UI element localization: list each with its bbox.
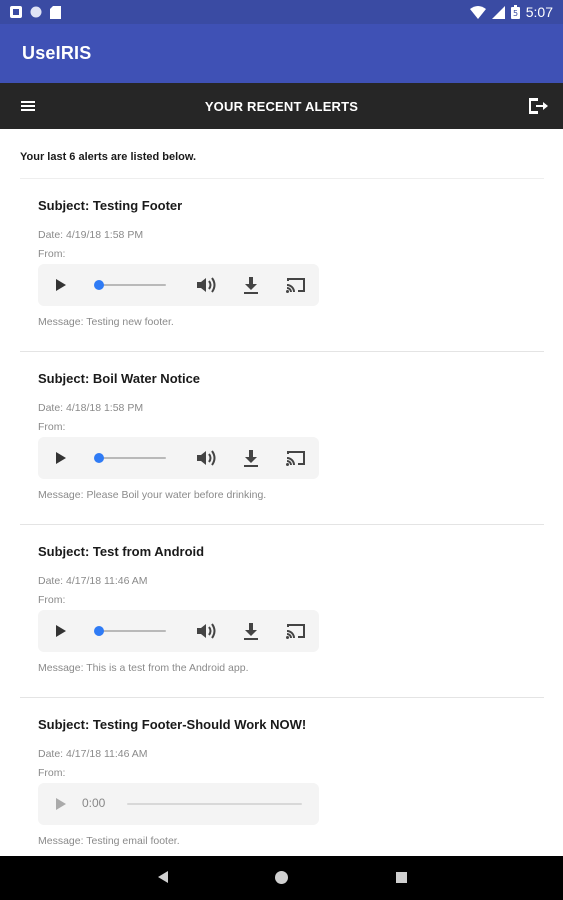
progress-knob[interactable] — [94, 280, 104, 290]
play-button[interactable] — [56, 798, 66, 810]
progress-track[interactable] — [96, 630, 166, 632]
alert-from: From: — [38, 421, 66, 433]
hamburger-menu-icon[interactable] — [20, 98, 36, 114]
download-icon[interactable] — [243, 276, 259, 294]
svg-text:5: 5 — [513, 9, 518, 18]
app-title: UseIRIS — [22, 43, 92, 63]
alert-date: Date: 4/18/18 1:58 PM — [38, 402, 144, 414]
status-bar: 5 5:07 — [0, 0, 563, 24]
audio-player — [38, 264, 319, 306]
alert-card: Subject: Test from Android Date: 4/17/18… — [20, 544, 544, 698]
alert-from: From: — [38, 594, 66, 606]
alert-card: Subject: Testing Footer Date: 4/19/18 1:… — [20, 198, 544, 352]
circle-icon — [30, 6, 42, 18]
divider — [20, 351, 544, 352]
divider — [20, 697, 544, 698]
alert-message: Message: This is a test from the Android… — [38, 662, 249, 674]
alert-from: From: — [38, 767, 66, 779]
alert-from: From: — [38, 248, 66, 260]
alert-message: Message: Please Boil your water before d… — [38, 489, 267, 501]
notification-icon — [10, 6, 22, 18]
progress-knob[interactable] — [94, 626, 104, 636]
section-title: YOUR RECENT ALERTS — [204, 98, 359, 114]
volume-icon[interactable] — [196, 622, 218, 640]
signal-icon — [491, 5, 505, 19]
alert-message: Message: Testing new footer. — [38, 316, 174, 328]
back-icon[interactable] — [158, 871, 168, 883]
progress-track[interactable] — [127, 803, 302, 805]
progress-track[interactable] — [96, 284, 166, 286]
status-right: 5 5:07 — [469, 4, 553, 20]
alerts-intro-text: Your last 6 alerts are listed below. — [20, 151, 197, 163]
cast-icon[interactable] — [285, 449, 307, 467]
volume-icon[interactable] — [196, 449, 218, 467]
alerts-content[interactable]: Your last 6 alerts are listed below. Sub… — [0, 129, 563, 855]
cast-icon[interactable] — [285, 622, 307, 640]
alert-subject: Subject: Testing Footer-Should Work NOW! — [38, 717, 307, 732]
status-left-icons — [10, 5, 61, 19]
alert-subject: Subject: Test from Android — [38, 544, 205, 559]
recent-apps-icon[interactable] — [396, 872, 407, 883]
audio-player — [38, 610, 319, 652]
audio-player: 0:00 — [38, 783, 319, 825]
alert-date: Date: 4/17/18 11:46 AM — [38, 575, 148, 587]
home-icon[interactable] — [275, 871, 288, 884]
play-button[interactable] — [56, 452, 66, 464]
divider — [20, 524, 544, 525]
alert-card: Subject: Boil Water Notice Date: 4/18/18… — [20, 371, 544, 525]
alert-date: Date: 4/17/18 11:46 AM — [38, 748, 148, 760]
play-button[interactable] — [56, 625, 66, 637]
alert-card: Subject: Testing Footer-Should Work NOW!… — [20, 717, 544, 855]
cast-icon[interactable] — [285, 276, 307, 294]
section-header-bar: YOUR RECENT ALERTS — [0, 83, 563, 129]
alert-subject: Subject: Testing Footer — [38, 198, 183, 213]
alert-date: Date: 4/19/18 1:58 PM — [38, 229, 144, 241]
audio-player — [38, 437, 319, 479]
battery-icon: 5 — [510, 5, 520, 19]
divider — [20, 178, 544, 179]
logout-icon[interactable] — [527, 96, 549, 116]
download-icon[interactable] — [243, 622, 259, 640]
download-icon[interactable] — [243, 449, 259, 467]
status-time: 5:07 — [525, 4, 553, 20]
wifi-icon — [469, 5, 486, 19]
play-button[interactable] — [56, 279, 66, 291]
alert-message: Message: Testing email footer. — [38, 835, 180, 847]
sd-card-icon — [50, 5, 61, 19]
system-nav-bar — [0, 856, 563, 900]
app-bar: UseIRIS — [0, 24, 563, 83]
alert-subject: Subject: Boil Water Notice — [38, 371, 201, 386]
progress-knob[interactable] — [94, 453, 104, 463]
progress-track[interactable] — [96, 457, 166, 459]
volume-icon[interactable] — [196, 276, 218, 294]
playback-time: 0:00 — [82, 796, 106, 810]
